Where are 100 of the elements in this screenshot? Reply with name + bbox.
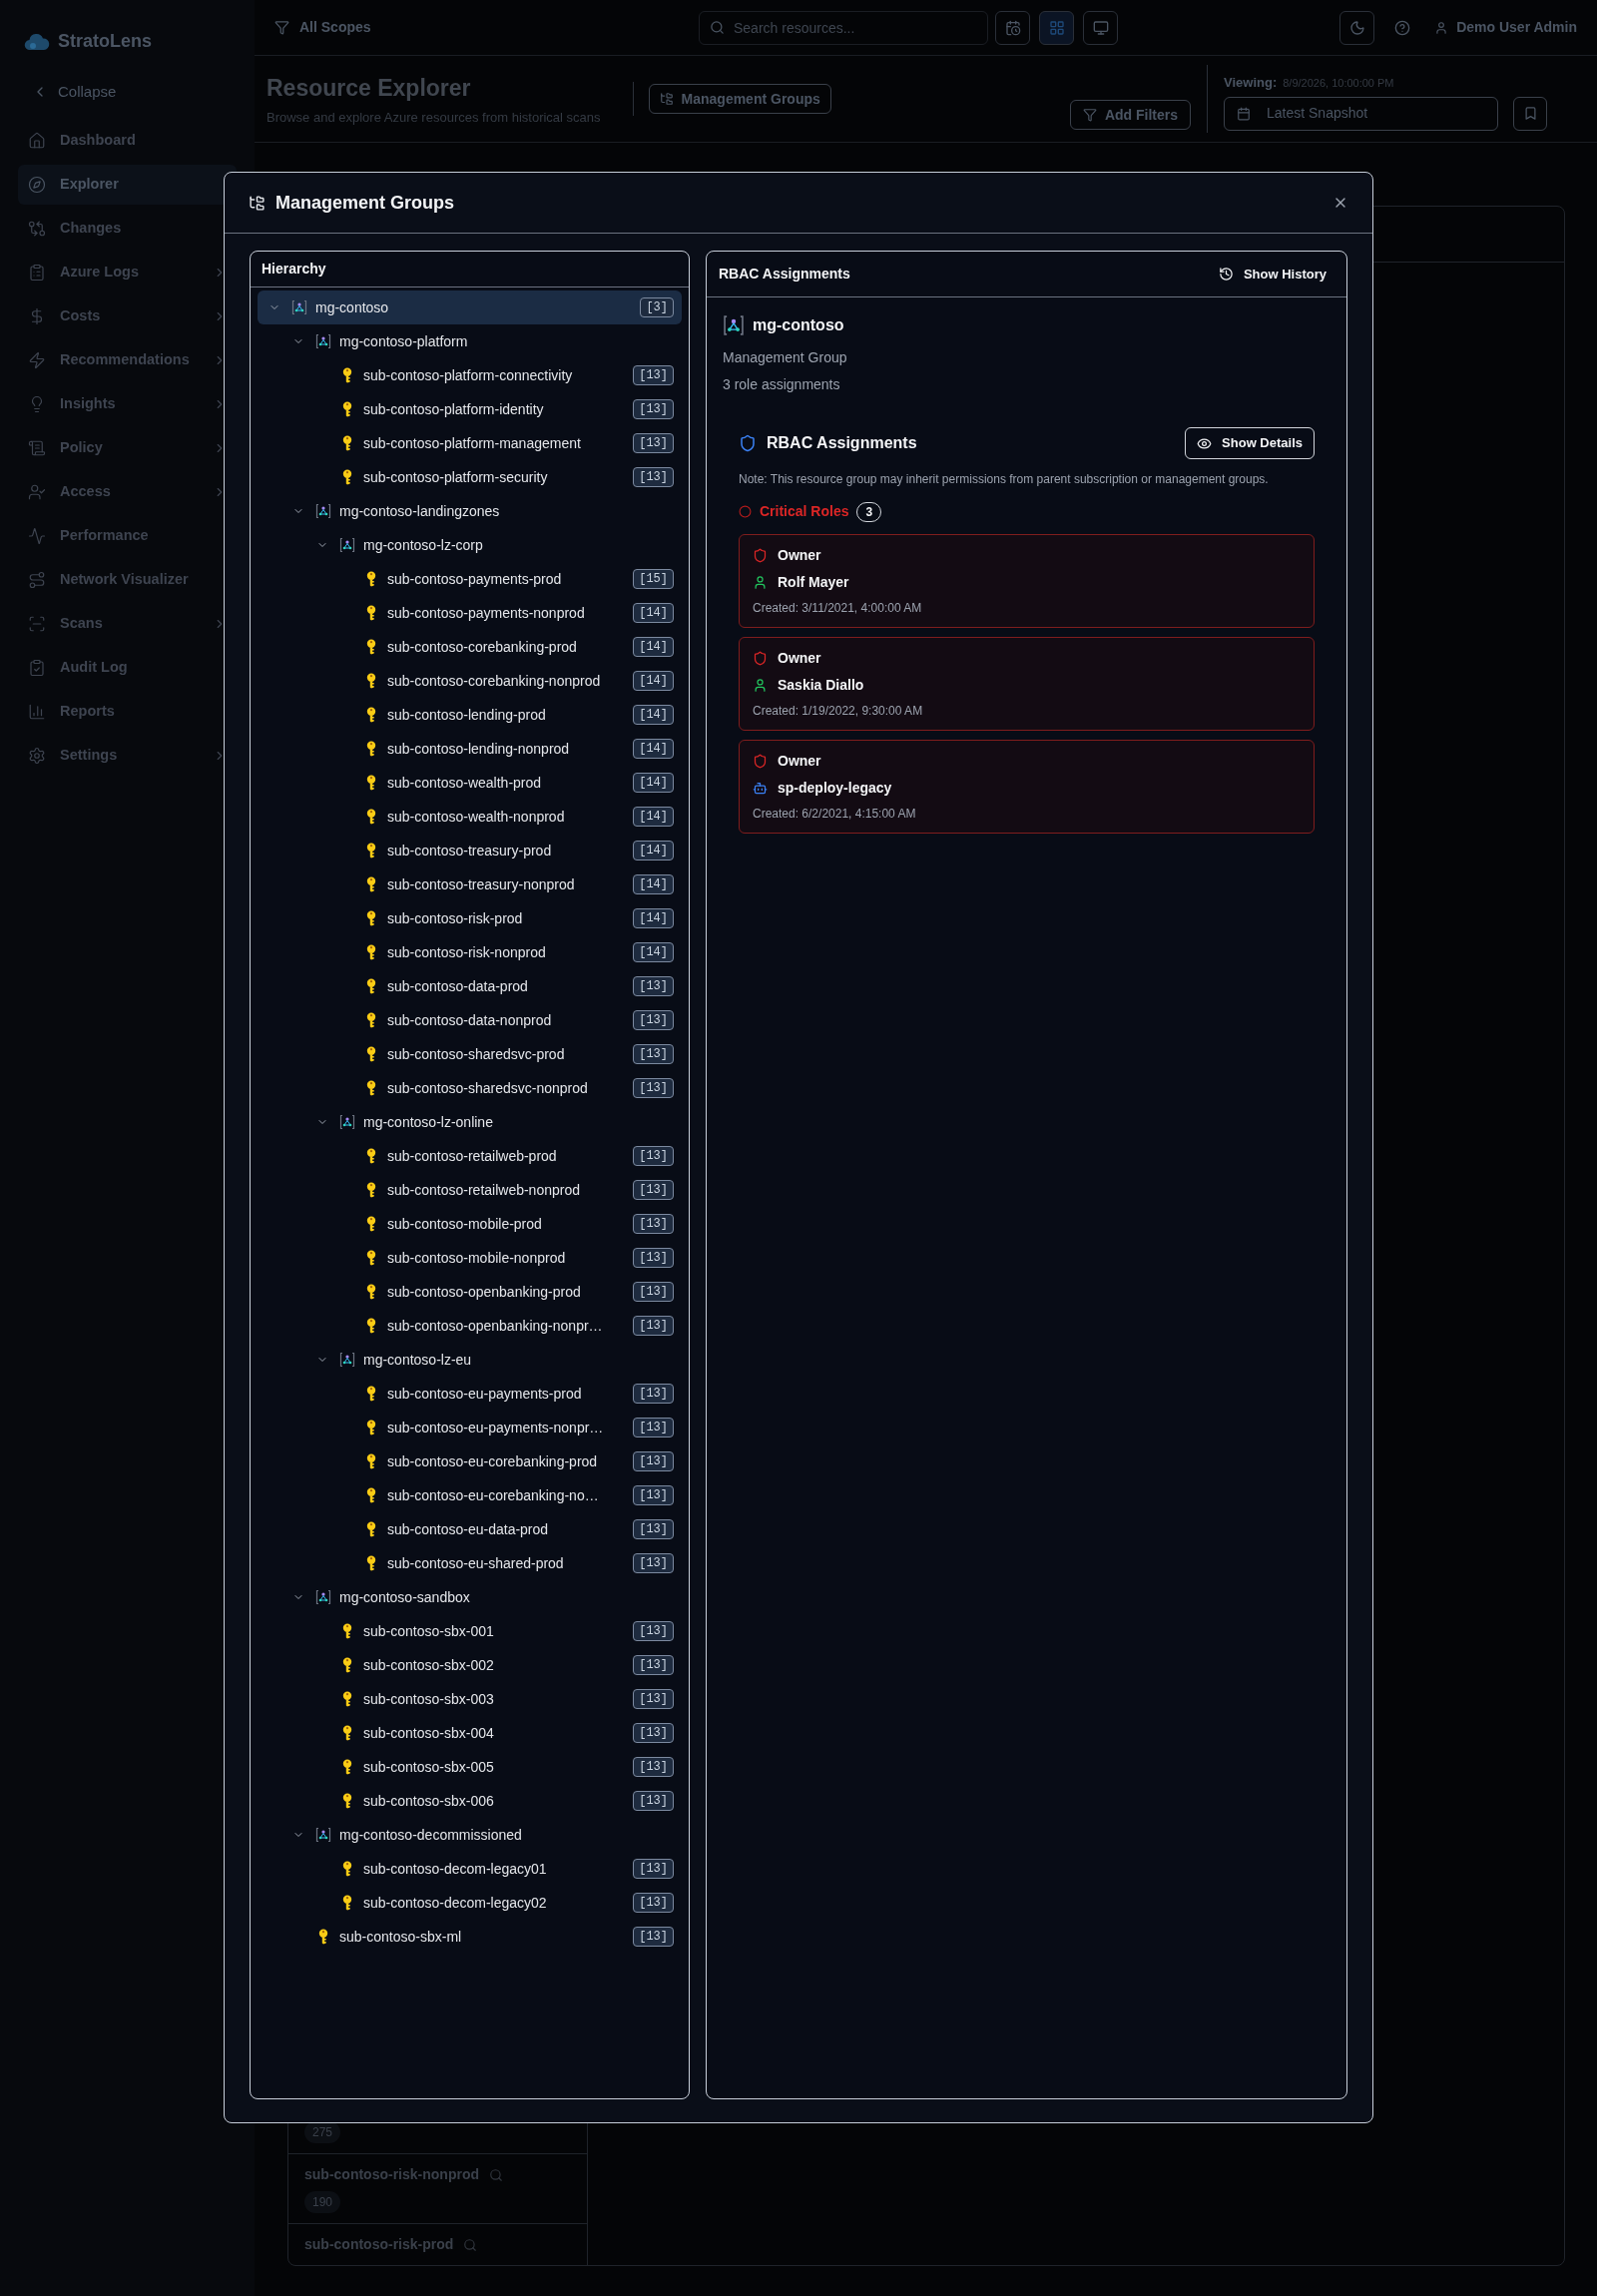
tree-item[interactable]: sub-contoso-eu-payments-nonpr… [13] [258, 1411, 682, 1444]
tree-label: sub-contoso-lending-nonprod [387, 739, 571, 759]
show-history-button[interactable]: Show History [1210, 260, 1334, 288]
tree-item[interactable]: sub-contoso-platform-identity [13] [258, 392, 682, 426]
tree-item[interactable]: sub-contoso-lending-prod [14] [258, 698, 682, 732]
network-icon [315, 503, 331, 519]
network-icon [723, 314, 745, 336]
tree-item[interactable]: sub-contoso-sbx-002 [13] [258, 1648, 682, 1682]
count-badge: [13] [633, 1146, 674, 1166]
tree-label: sub-contoso-sbx-002 [363, 1655, 495, 1675]
tree-item[interactable]: sub-contoso-retailweb-nonprod [13] [258, 1173, 682, 1207]
tree-label: sub-contoso-decom-legacy01 [363, 1859, 548, 1879]
house-icon [28, 132, 46, 150]
robot-icon [753, 781, 768, 796]
count-badge: [13] [633, 1418, 674, 1437]
count-badge: [14] [633, 942, 674, 962]
tree-item[interactable]: sub-contoso-data-nonprod [13] [258, 1003, 682, 1037]
tree-item[interactable]: sub-contoso-platform-management [13] [258, 426, 682, 460]
tree-item[interactable]: sub-contoso-risk-prod [14] [258, 901, 682, 935]
tree-item[interactable]: sub-contoso-platform-security [13] [258, 460, 682, 494]
tree-item[interactable]: sub-contoso-sharedsvc-prod [13] [258, 1037, 682, 1071]
tree-item[interactable]: sub-contoso-mobile-nonprod [13] [258, 1241, 682, 1275]
tree-item[interactable]: sub-contoso-corebanking-prod [14] [258, 630, 682, 664]
bookmark-button[interactable] [1513, 96, 1547, 131]
tree-label: sub-contoso-sbx-005 [363, 1757, 495, 1777]
tree-label: sub-contoso-platform-management [363, 433, 582, 453]
key-icon [366, 809, 376, 825]
tree-item[interactable]: sub-contoso-sbx-001 [13] [258, 1614, 682, 1648]
tree-item[interactable]: mg-contoso [3] [258, 290, 682, 324]
panel-title: Hierarchy [262, 260, 326, 279]
tree-item[interactable]: sub-contoso-eu-payments-prod [13] [258, 1377, 682, 1411]
tree-item[interactable]: mg-contoso-landingzones [258, 494, 682, 528]
tree-item[interactable]: sub-contoso-eu-shared-prod [13] [258, 1546, 682, 1580]
lightning-icon [28, 351, 46, 369]
tree-item[interactable]: sub-contoso-sbx-006 [13] [258, 1784, 682, 1818]
tree-item[interactable]: sub-contoso-openbanking-nonpr… [13] [258, 1309, 682, 1343]
created-date: Created: 3/11/2021, 4:00:00 AM [753, 600, 923, 617]
monitor-button[interactable] [1083, 10, 1118, 45]
tree-item[interactable]: sub-contoso-payments-prod [15] [258, 562, 682, 596]
key-icon [366, 1046, 376, 1062]
help-icon[interactable] [1394, 19, 1411, 36]
tree-item[interactable]: sub-contoso-data-prod [13] [258, 969, 682, 1003]
tree-item[interactable]: sub-contoso-treasury-prod [14] [258, 834, 682, 867]
tree-item[interactable]: sub-contoso-decom-legacy02 [13] [258, 1886, 682, 1920]
shield-icon [753, 754, 768, 769]
tree-label: mg-contoso-platform [339, 331, 469, 351]
key-icon [366, 843, 376, 859]
tree-label: mg-contoso-decommissioned [339, 1825, 523, 1845]
calendar-clock-button[interactable] [995, 10, 1030, 45]
network-icon [291, 299, 307, 315]
tree-item[interactable]: mg-contoso-platform [258, 324, 682, 358]
tree-label: sub-contoso-eu-data-prod [387, 1519, 550, 1539]
tree-item[interactable]: mg-contoso-decommissioned [258, 1818, 682, 1852]
show-details-button[interactable]: Show Details [1185, 427, 1315, 459]
tree-item[interactable]: sub-contoso-platform-connectivity [13] [258, 358, 682, 392]
key-icon [366, 775, 376, 791]
principal-name: sp-deploy-legacy [778, 779, 892, 798]
tree-item[interactable]: mg-contoso-lz-corp [258, 528, 682, 562]
key-icon [342, 1725, 352, 1741]
section-title: RBAC Assignments [767, 433, 917, 453]
tree-item[interactable]: mg-contoso-lz-eu [258, 1343, 682, 1377]
user-icon [1434, 20, 1449, 35]
grid-icon [1048, 19, 1065, 36]
tree-item[interactable]: sub-contoso-treasury-nonprod [14] [258, 867, 682, 901]
tree-item[interactable]: sub-contoso-sbx-004 [13] [258, 1716, 682, 1750]
count-badge: [13] [633, 976, 674, 996]
tree-item[interactable]: sub-contoso-eu-data-prod [13] [258, 1512, 682, 1546]
grid-button[interactable] [1039, 10, 1074, 45]
tree-label: sub-contoso-eu-payments-nonpr… [387, 1418, 605, 1437]
tree-item[interactable]: sub-contoso-corebanking-nonprod [14] [258, 664, 682, 698]
tree-item[interactable]: sub-contoso-wealth-prod [14] [258, 766, 682, 800]
tree-item[interactable]: sub-contoso-payments-nonprod [14] [258, 596, 682, 630]
tree-item[interactable]: sub-contoso-decom-legacy01 [13] [258, 1852, 682, 1886]
search-icon [710, 19, 725, 35]
tree-item[interactable]: sub-contoso-sharedsvc-nonprod [13] [258, 1071, 682, 1105]
tree-item[interactable]: sub-contoso-eu-corebanking-prod [13] [258, 1444, 682, 1478]
clipboard-icon [28, 659, 46, 677]
tree-item[interactable]: sub-contoso-mobile-prod [13] [258, 1207, 682, 1241]
tree-item[interactable]: mg-contoso-lz-online [258, 1105, 682, 1139]
tree-item[interactable]: sub-contoso-lending-nonprod [14] [258, 732, 682, 766]
calendar-icon [1237, 106, 1251, 121]
count-badge: [14] [633, 637, 674, 657]
tree-item[interactable]: sub-contoso-openbanking-prod [13] [258, 1275, 682, 1309]
count-badge: [13] [633, 1214, 674, 1234]
tree-label: mg-contoso-landingzones [339, 501, 501, 521]
brand-name: StratoLens [58, 30, 153, 53]
tree-item[interactable]: sub-contoso-sbx-003 [13] [258, 1682, 682, 1716]
search-field[interactable]: Search resources... [699, 10, 988, 45]
network-icon [339, 1114, 355, 1130]
tree-item[interactable]: sub-contoso-sbx-005 [13] [258, 1750, 682, 1784]
tree-item[interactable]: sub-contoso-eu-corebanking-no… [13] [258, 1478, 682, 1512]
tree-item[interactable]: sub-contoso-retailweb-prod [13] [258, 1139, 682, 1173]
tree-item[interactable]: sub-contoso-wealth-nonprod [14] [258, 800, 682, 834]
count-badge: [13] [633, 399, 674, 419]
tree-item[interactable]: sub-contoso-sbx-ml [13] [258, 1920, 682, 1954]
tree-item[interactable]: mg-contoso-sandbox [258, 1580, 682, 1614]
key-icon [342, 1623, 352, 1639]
theme-toggle-button[interactable] [1339, 10, 1375, 45]
shield-icon [753, 548, 768, 563]
tree-item[interactable]: sub-contoso-risk-nonprod [14] [258, 935, 682, 969]
